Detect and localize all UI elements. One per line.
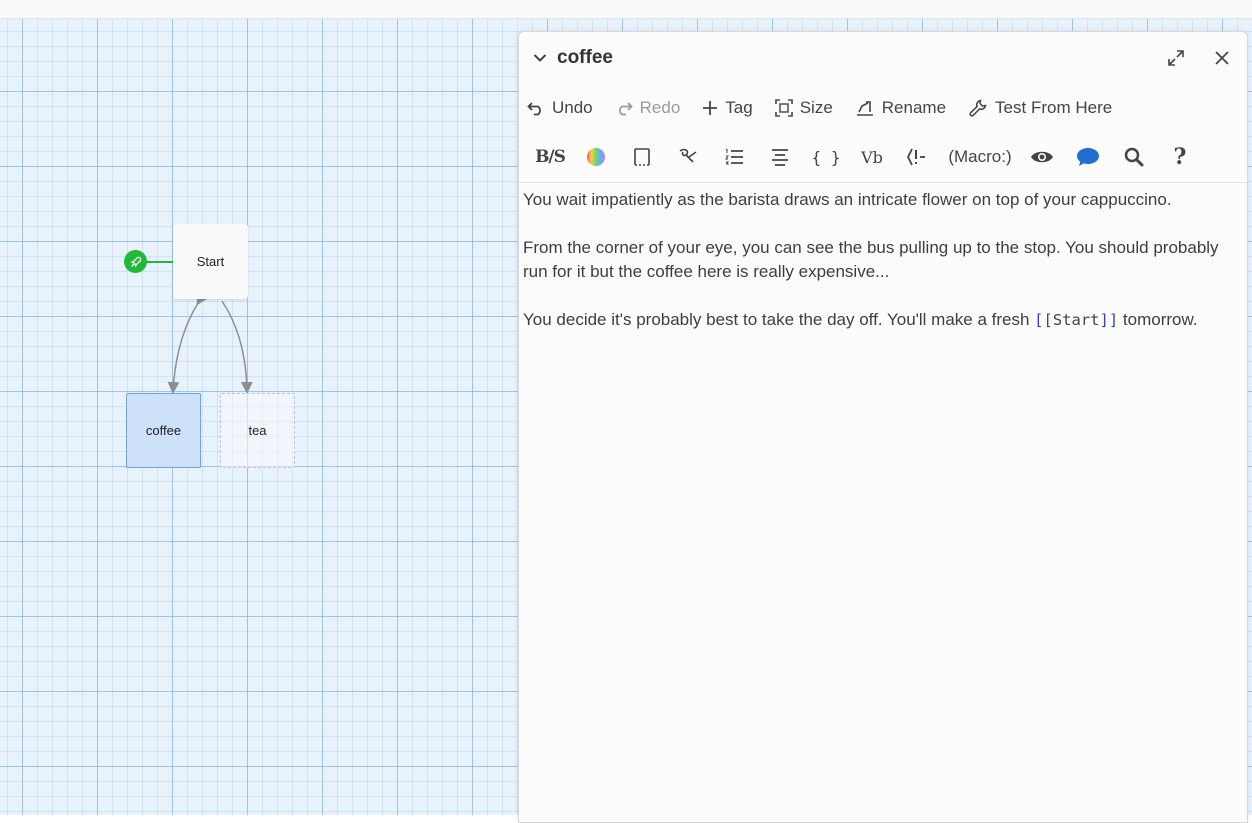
list-icon[interactable] [711,142,757,172]
search-icon[interactable] [1111,142,1157,172]
redo-button[interactable]: Redo [615,98,680,118]
passage-paragraph: You decide it's probably best to take th… [523,310,1198,329]
passage-text-editor[interactable]: You wait impatiently as the barista draw… [523,188,1239,356]
dialog-title-text: coffee [557,47,613,68]
format-toolbar: B/S { } Vb (Macro:) ? [527,142,1203,172]
chevron-down-icon[interactable] [533,53,547,63]
rocket-icon [124,250,147,273]
verbatim-button[interactable]: Vb [849,142,895,172]
size-button[interactable]: Size [774,98,833,118]
passage-coffee[interactable]: coffee [126,393,201,468]
test-from-here-button[interactable]: Test From Here [968,98,1112,118]
undo-icon [527,102,541,116]
help-icon[interactable]: ? [1157,142,1203,172]
resize-icon [774,99,793,117]
macro-button[interactable]: (Macro:) [941,142,1019,172]
speech-bubble-icon[interactable] [1065,142,1111,172]
passage-paragraph: From the corner of your eye, you can see… [523,238,1219,281]
maximize-icon[interactable] [1164,46,1188,70]
passage-paragraph: You wait impatiently as the barista draw… [523,190,1172,209]
bold-strike-button[interactable]: B/S [527,142,573,172]
border-icon[interactable] [619,142,665,172]
start-connector [146,261,173,263]
align-center-icon[interactable] [757,142,803,172]
close-icon[interactable] [1210,46,1234,70]
special-text-icon[interactable] [665,142,711,172]
rename-button[interactable]: Rename [855,98,946,118]
toolbar-divider [519,182,1247,183]
passage-start[interactable]: Start [173,224,248,299]
top-toolbar-strip [0,0,1252,19]
add-tag-button[interactable]: Tag [702,98,753,118]
color-icon[interactable] [573,142,619,172]
comment-icon[interactable] [895,142,941,172]
dialog-title[interactable]: coffee [533,44,613,72]
plus-icon [703,101,718,115]
redo-icon [618,102,633,116]
link-start-coffee [167,292,208,394]
wrench-icon [969,99,987,117]
rename-icon [856,101,873,116]
passage-toolbar: Undo Redo Tag Size Rename Test From Here [527,94,1134,122]
eye-icon[interactable] [1019,142,1065,172]
passage-link: [[Start]] [1034,311,1119,329]
braces-icon[interactable]: { } [803,142,849,172]
passage-edit-dialog: coffee Undo Redo Tag Size Rename Test Fr… [518,31,1248,823]
passage-tea[interactable]: tea [220,393,295,468]
link-start-tea [221,300,253,394]
undo-button[interactable]: Undo [527,98,593,118]
